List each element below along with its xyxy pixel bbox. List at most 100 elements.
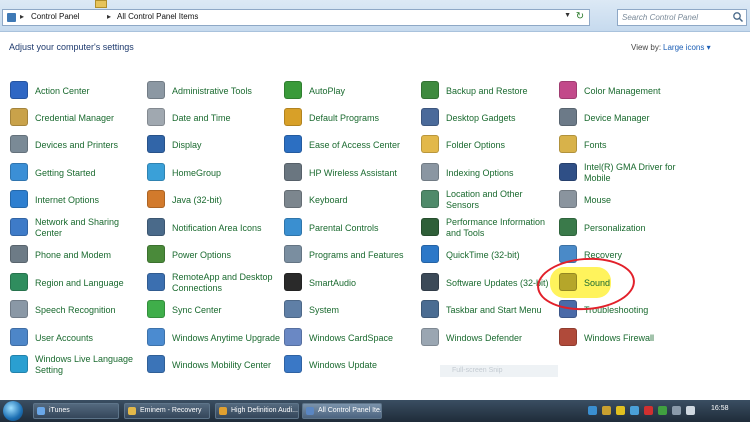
cp-item-indexing-options[interactable]: Indexing Options: [421, 160, 555, 186]
folder-icon: [128, 407, 136, 415]
cp-item-parental-controls[interactable]: Parental Controls: [284, 215, 418, 241]
cp-item-backup-and-restore[interactable]: Backup and Restore: [421, 78, 555, 104]
microphone-icon: [10, 300, 28, 318]
address-dropdown-icon[interactable]: ▼: [564, 12, 571, 19]
cp-item-power-options[interactable]: Power Options: [147, 242, 281, 268]
cp-item-mouse[interactable]: Mouse: [559, 187, 693, 213]
cp-item-notification-area-icons[interactable]: Notification Area Icons: [147, 215, 281, 241]
cp-item-hp-wireless-assistant[interactable]: HP Wireless Assistant: [284, 160, 418, 186]
cp-item-credential-manager[interactable]: Credential Manager: [10, 105, 144, 131]
search-icon[interactable]: [732, 11, 744, 23]
cp-item-label: RemoteApp and Desktop Connections: [172, 272, 273, 293]
system-icon: [284, 300, 302, 318]
cp-item-label: Power Options: [172, 249, 232, 260]
search-placeholder: Search Control Panel: [622, 13, 699, 22]
cp-item-performance-information-and-tools[interactable]: Performance Information and Tools: [421, 215, 555, 241]
cp-item-devices-and-printers[interactable]: Devices and Printers: [10, 132, 144, 158]
cp-item-action-center[interactable]: Action Center: [10, 78, 144, 104]
cp-item-windows-cardspace[interactable]: Windows CardSpace: [284, 325, 418, 351]
cp-item-label: Windows Update: [309, 359, 378, 370]
cp-item-programs-and-features[interactable]: Programs and Features: [284, 242, 418, 268]
cp-item-java-32-bit[interactable]: Java (32-bit): [147, 187, 281, 213]
cp-item-getting-started[interactable]: Getting Started: [10, 160, 144, 186]
cp-item-device-manager[interactable]: Device Manager: [559, 105, 693, 131]
cp-item-sync-center[interactable]: Sync Center: [147, 297, 281, 323]
cp-item-label: Sync Center: [172, 304, 222, 315]
cp-item-user-accounts[interactable]: User Accounts: [10, 325, 144, 351]
color-mgmt-icon: [559, 81, 577, 99]
cp-item-default-programs[interactable]: Default Programs: [284, 105, 418, 131]
cp-item-windows-update[interactable]: Windows Update: [284, 352, 418, 378]
itunes-icon: [37, 407, 45, 415]
headphones-icon: [284, 273, 302, 291]
volume-tray-icon[interactable]: [686, 406, 695, 415]
cp-item-windows-defender[interactable]: Windows Defender: [421, 325, 555, 351]
cp-item-windows-firewall[interactable]: Windows Firewall: [559, 325, 693, 351]
cp-item-label: Keyboard: [309, 194, 348, 205]
breadcrumb-separator[interactable]: ▸: [20, 12, 24, 21]
cp-item-internet-options[interactable]: Internet Options: [10, 187, 144, 213]
software-updates-icon: [421, 273, 439, 291]
taskbar-icon: [421, 300, 439, 318]
cp-item-homegroup[interactable]: HomeGroup: [147, 160, 281, 186]
taskbar-button[interactable]: iTunes: [33, 403, 119, 419]
parental-icon: [284, 218, 302, 236]
cp-item-keyboard[interactable]: Keyboard: [284, 187, 418, 213]
view-by-dropdown[interactable]: Large icons ▾: [663, 43, 711, 52]
audio-tray-icon[interactable]: [602, 406, 611, 415]
cp-item-autoplay[interactable]: AutoPlay: [284, 78, 418, 104]
breadcrumb-control-panel[interactable]: Control Panel: [31, 12, 79, 21]
taskbar-button[interactable]: Eminem - Recovery: [124, 403, 210, 419]
antivirus-icon[interactable]: [644, 406, 653, 415]
wifi-tray-icon[interactable]: [672, 406, 681, 415]
cp-item-administrative-tools[interactable]: Administrative Tools: [147, 78, 281, 104]
cp-item-folder-options[interactable]: Folder Options: [421, 132, 555, 158]
wireless-icon: [284, 163, 302, 181]
cp-item-windows-mobility-center[interactable]: Windows Mobility Center: [147, 352, 281, 378]
globe-icon: [10, 190, 28, 208]
taskbar-button[interactable]: All Control Panel Ite...: [302, 403, 382, 419]
chrome-icon: [219, 407, 227, 415]
cp-item-label: Action Center: [35, 85, 90, 96]
breadcrumb-separator[interactable]: ▸: [107, 12, 111, 21]
cp-item-location-and-other-sensors[interactable]: Location and Other Sensors: [421, 187, 555, 213]
cp-item-remoteapp-and-desktop-connections[interactable]: RemoteApp and Desktop Connections: [147, 270, 281, 296]
cp-item-ease-of-access-center[interactable]: Ease of Access Center: [284, 132, 418, 158]
language-icon: [10, 355, 28, 373]
search-input[interactable]: Search Control Panel: [617, 9, 747, 26]
cp-item-personalization[interactable]: Personalization: [559, 215, 693, 241]
cp-item-region-and-language[interactable]: Region and Language: [10, 270, 144, 296]
cp-item-quicktime-32-bit[interactable]: QuickTime (32-bit): [421, 242, 555, 268]
network-tray-icon[interactable]: [630, 406, 639, 415]
power-tray-icon[interactable]: [658, 406, 667, 415]
refresh-icon[interactable]: ↻: [574, 11, 586, 23]
fullscreen-snip-tooltip: Full-screen Snip: [440, 365, 558, 377]
cp-item-smartaudio[interactable]: SmartAudio: [284, 270, 418, 296]
taskbar-button[interactable]: High Definition Audi...: [215, 403, 299, 419]
cp-item-phone-and-modem[interactable]: Phone and Modem: [10, 242, 144, 268]
fonts-icon: [559, 135, 577, 153]
address-box[interactable]: ▸ Control Panel ▸ All Control Panel Item…: [2, 9, 590, 26]
cp-item-windows-anytime-upgrade[interactable]: Windows Anytime Upgrade: [147, 325, 281, 351]
security-icon[interactable]: [588, 406, 597, 415]
cp-item-software-updates-32-bit[interactable]: Software Updates (32-bit): [421, 270, 555, 296]
cp-item-taskbar-and-start-menu[interactable]: Taskbar and Start Menu: [421, 297, 555, 323]
cp-item-network-and-sharing-center[interactable]: Network and Sharing Center: [10, 215, 144, 241]
alert-icon[interactable]: [616, 406, 625, 415]
cp-item-display[interactable]: Display: [147, 132, 281, 158]
breadcrumb-all-items[interactable]: All Control Panel Items: [117, 12, 198, 21]
cp-item-label: Programs and Features: [309, 249, 404, 260]
start-button[interactable]: [3, 401, 23, 421]
cp-item-date-and-time[interactable]: Date and Time: [147, 105, 281, 131]
cp-item-windows-live-language-setting[interactable]: Windows Live Language Setting: [10, 352, 144, 378]
cp-item-fonts[interactable]: Fonts: [559, 132, 693, 158]
cp-item-intel-r-gma-driver-for-mobile[interactable]: Intel(R) GMA Driver for Mobile: [559, 160, 693, 186]
cp-item-label: Internet Options: [35, 194, 100, 205]
control-panel-icon: [306, 407, 314, 415]
cp-item-label: Intel(R) GMA Driver for Mobile: [584, 162, 676, 183]
cp-item-desktop-gadgets[interactable]: Desktop Gadgets: [421, 105, 555, 131]
cp-item-system[interactable]: System: [284, 297, 418, 323]
clock[interactable]: 16:58: [711, 405, 729, 412]
cp-item-speech-recognition[interactable]: Speech Recognition: [10, 297, 144, 323]
cp-item-color-management[interactable]: Color Management: [559, 78, 693, 104]
